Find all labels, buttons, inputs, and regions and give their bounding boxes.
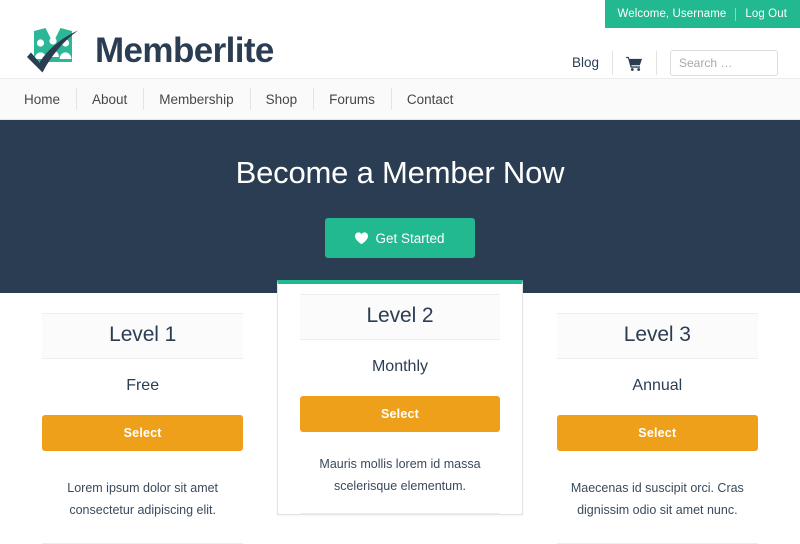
- membership-levels: Level 1 Free Select Lorem ipsum dolor si…: [0, 280, 800, 544]
- card-header: Level 3: [556, 313, 758, 359]
- welcome-divider: [735, 7, 737, 21]
- nav-item-about[interactable]: About: [76, 79, 143, 119]
- nav-item-home[interactable]: Home: [8, 79, 76, 119]
- get-started-button[interactable]: Get Started: [325, 218, 475, 259]
- level-description: Maecenas id suscipit orci. Cras dignissi…: [556, 478, 758, 544]
- welcome-bar: Welcome, Username Log Out: [604, 0, 800, 28]
- hero-banner: Become a Member Now Get Started: [0, 120, 800, 293]
- level-description: Mauris mollis lorem id massa scelerisque…: [300, 454, 500, 515]
- level-description: Lorem ipsum dolor sit amet consectetur a…: [42, 478, 244, 544]
- membership-card-featured: Level 2 Monthly Select Mauris mollis lor…: [277, 280, 523, 516]
- hero-title: Become a Member Now: [235, 155, 565, 190]
- site-header: Memberlite Blog: [0, 28, 800, 78]
- welcome-text: Welcome, Username: [617, 8, 727, 20]
- level-title: Level 3: [623, 323, 691, 346]
- header-utilities: Blog: [559, 50, 778, 76]
- brand-logo-link[interactable]: Memberlite: [22, 19, 274, 81]
- level-price: Monthly: [371, 358, 428, 375]
- memberlite-logo-icon: [22, 19, 84, 81]
- membership-card: Level 1 Free Select Lorem ipsum dolor si…: [20, 293, 266, 544]
- nav-item-contact[interactable]: Contact: [390, 79, 470, 119]
- level-price: Annual: [632, 377, 683, 394]
- card-header: Level 1: [42, 313, 244, 359]
- heart-icon: [355, 232, 369, 245]
- level-title: Level 2: [366, 304, 434, 327]
- select-button[interactable]: Select: [556, 415, 758, 452]
- level-column-2: Level 2 Monthly Select Mauris mollis lor…: [271, 280, 528, 516]
- select-button[interactable]: Select: [42, 415, 244, 452]
- nav-item-shop[interactable]: Shop: [249, 79, 314, 119]
- level-column-1: Level 1 Free Select Lorem ipsum dolor si…: [14, 293, 271, 544]
- level-column-3: Level 3 Annual Select Maecenas id suscip…: [529, 293, 786, 544]
- shopping-cart-icon[interactable]: [613, 56, 656, 71]
- level-price: Free: [126, 377, 160, 394]
- nav-item-forums[interactable]: Forums: [313, 79, 391, 119]
- logout-link[interactable]: Log Out: [745, 8, 787, 20]
- blog-link[interactable]: Blog: [559, 50, 612, 76]
- level-title: Level 1: [109, 323, 177, 346]
- nav-item-membership[interactable]: Membership: [143, 79, 249, 119]
- primary-navigation: Home About Membership Shop Forums Contac…: [0, 78, 800, 120]
- membership-card: Level 3 Annual Select Maecenas id suscip…: [534, 293, 780, 544]
- get-started-label: Get Started: [375, 230, 445, 246]
- brand-name: Memberlite: [95, 30, 274, 70]
- card-header: Level 2: [300, 294, 500, 340]
- select-button[interactable]: Select: [300, 396, 500, 433]
- header-divider-2: [656, 51, 657, 75]
- search-input[interactable]: [670, 50, 778, 76]
